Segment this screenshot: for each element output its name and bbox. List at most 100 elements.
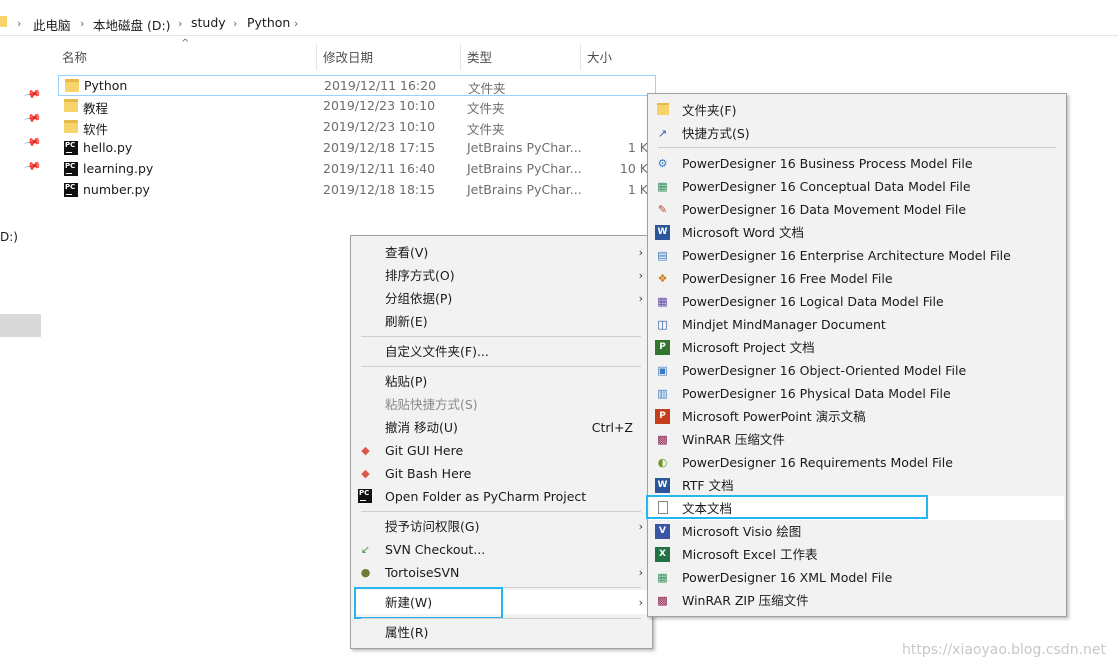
file-row[interactable]: PC learning.py 2019/12/11 16:40 JetBrain…: [58, 159, 656, 180]
visio-icon: V: [655, 524, 670, 539]
new-item-pd-xml[interactable]: ▦ PowerDesigner 16 XML Model File: [648, 566, 1066, 589]
breadcrumb-item-python[interactable]: Python: [247, 15, 290, 30]
submenu-arrow-icon: ›: [638, 566, 643, 579]
new-item-project[interactable]: P Microsoft Project 文档: [648, 336, 1066, 359]
new-item-winrar-zip[interactable]: ▩ WinRAR ZIP 压缩文件: [648, 589, 1066, 612]
shortcut-icon: ↗: [657, 127, 668, 140]
menu-item-sort[interactable]: 排序方式(O) ›: [351, 264, 652, 287]
new-item-pd-business-process[interactable]: ⚙ PowerDesigner 16 Business Process Mode…: [648, 152, 1066, 175]
menu-item-tortoisesvn[interactable]: ● TortoiseSVN ›: [351, 561, 652, 584]
new-item-shortcut[interactable]: ↗ 快捷方式(S): [648, 122, 1066, 145]
menu-item-paste[interactable]: 粘贴(P): [351, 370, 652, 393]
file-row[interactable]: PC hello.py 2019/12/18 17:15 JetBrains P…: [58, 138, 656, 159]
file-row[interactable]: 教程 2019/12/23 10:10 文件夹: [58, 96, 656, 117]
column-header-name[interactable]: 名称: [62, 47, 87, 69]
column-divider[interactable]: [460, 44, 461, 70]
new-item-rtf[interactable]: W RTF 文档: [648, 474, 1066, 497]
file-type: 文件夹: [468, 81, 506, 96]
menu-item-group[interactable]: 分组依据(P) ›: [351, 287, 652, 310]
file-row[interactable]: PC number.py 2019/12/18 18:15 JetBrains …: [58, 180, 656, 201]
menu-item-git-gui[interactable]: ◆ Git GUI Here: [351, 439, 652, 462]
new-item-pd-physical[interactable]: ▥ PowerDesigner 16 Physical Data Model F…: [648, 382, 1066, 405]
menu-item-git-bash[interactable]: ◆ Git Bash Here: [351, 462, 652, 485]
menu-item-open-pycharm[interactable]: PC Open Folder as PyCharm Project: [351, 485, 652, 508]
word-icon: W: [655, 225, 670, 240]
breadcrumb[interactable]: › 此电脑 › 本地磁盘 (D:) › study › Python ›: [0, 9, 1118, 36]
new-item-mindmanager[interactable]: ◫ Mindjet MindManager Document: [648, 313, 1066, 336]
menu-item-grant-access[interactable]: 授予访问权限(G) ›: [351, 515, 652, 538]
new-item-word[interactable]: W Microsoft Word 文档: [648, 221, 1066, 244]
menu-item-svn-checkout[interactable]: ↙ SVN Checkout...: [351, 538, 652, 561]
powerdesigner-icon: ▦: [657, 571, 668, 584]
breadcrumb-item-this-pc[interactable]: 此电脑: [33, 15, 71, 34]
git-icon: ◆: [361, 467, 370, 480]
nav-item-selected[interactable]: [0, 314, 41, 337]
git-icon: ◆: [361, 444, 370, 457]
new-item-pd-free[interactable]: ❖ PowerDesigner 16 Free Model File: [648, 267, 1066, 290]
file-row[interactable]: Python 2019/12/11 16:20 文件夹: [58, 75, 656, 96]
column-divider[interactable]: [580, 44, 581, 70]
column-header-size[interactable]: 大小: [587, 47, 612, 69]
file-name: 教程: [83, 101, 109, 116]
file-size: 1 K: [627, 140, 648, 155]
chevron-right-icon[interactable]: ›: [178, 17, 182, 30]
chevron-right-icon[interactable]: ›: [294, 17, 298, 30]
chevron-right-icon[interactable]: ›: [17, 17, 21, 30]
column-divider[interactable]: [316, 44, 317, 70]
new-item-pd-enterprise[interactable]: ▤ PowerDesigner 16 Enterprise Architectu…: [648, 244, 1066, 267]
excel-icon: X: [655, 547, 670, 562]
pin-icon[interactable]: 📌: [24, 85, 43, 104]
chevron-right-icon[interactable]: ›: [233, 17, 237, 30]
breadcrumb-item-study[interactable]: study: [191, 15, 226, 30]
pin-icon[interactable]: 📌: [24, 109, 43, 128]
new-item-excel[interactable]: X Microsoft Excel 工作表: [648, 543, 1066, 566]
highlight-box: [354, 587, 503, 619]
folder-icon: [655, 103, 670, 118]
highlight-box: [646, 495, 928, 519]
pin-icon[interactable]: 📌: [24, 133, 43, 152]
breadcrumb-item-drive-d[interactable]: 本地磁盘 (D:): [93, 15, 171, 34]
address-bar: › 此电脑 › 本地磁盘 (D:) › study › Python ›: [0, 0, 1118, 44]
new-item-pd-logical[interactable]: ▦ PowerDesigner 16 Logical Data Model Fi…: [648, 290, 1066, 313]
powerdesigner-icon: ▦: [657, 295, 668, 308]
powerdesigner-icon: ✎: [657, 203, 668, 216]
menu-item-undo-move[interactable]: 撤消 移动(U) Ctrl+Z: [351, 416, 652, 439]
menu-item-customize-folder[interactable]: 自定义文件夹(F)...: [351, 340, 652, 363]
file-type: 文件夹: [467, 101, 505, 116]
file-size: 10 K: [619, 161, 648, 176]
file-type: JetBrains PyChar...: [467, 140, 582, 155]
folder-icon: [64, 120, 78, 133]
powerdesigner-icon: ◐: [657, 456, 668, 469]
chevron-right-icon[interactable]: ›: [80, 17, 84, 30]
new-item-visio[interactable]: V Microsoft Visio 绘图: [648, 520, 1066, 543]
new-item-folder[interactable]: 文件夹(F): [648, 99, 1066, 122]
file-size: 1 K: [627, 182, 648, 197]
column-header-type[interactable]: 类型: [467, 47, 492, 69]
nav-item-drive-d[interactable]: D:): [0, 230, 18, 244]
file-name: learning.py: [83, 161, 154, 176]
powerdesigner-icon: ▣: [657, 364, 668, 377]
project-icon: P: [655, 340, 670, 355]
menu-item-paste-shortcut: 粘贴快捷方式(S): [385, 397, 478, 412]
column-header-modified[interactable]: 修改日期: [323, 47, 373, 69]
file-date: 2019/12/23 10:10: [323, 119, 436, 134]
file-date: 2019/12/18 18:15: [323, 182, 436, 197]
file-type: 文件夹: [467, 122, 505, 137]
shortcut-text: Ctrl+Z: [591, 420, 633, 435]
new-item-powerpoint[interactable]: P Microsoft PowerPoint 演示文稿: [648, 405, 1066, 428]
menu-item-view[interactable]: 查看(V) ›: [351, 241, 652, 264]
svn-checkout-icon: ↙: [360, 543, 371, 556]
pin-icon[interactable]: 📌: [24, 157, 43, 176]
new-item-pd-conceptual[interactable]: ▦ PowerDesigner 16 Conceptual Data Model…: [648, 175, 1066, 198]
submenu-arrow-icon: ›: [638, 520, 643, 533]
file-type: JetBrains PyChar...: [467, 161, 582, 176]
menu-item-refresh[interactable]: 刷新(E): [351, 310, 652, 333]
menu-item-properties[interactable]: 属性(R): [351, 621, 652, 644]
new-item-winrar[interactable]: ▩ WinRAR 压缩文件: [648, 428, 1066, 451]
new-item-pd-object-oriented[interactable]: ▣ PowerDesigner 16 Object-Oriented Model…: [648, 359, 1066, 382]
new-item-pd-requirements[interactable]: ◐ PowerDesigner 16 Requirements Model Fi…: [648, 451, 1066, 474]
file-row[interactable]: 软件 2019/12/23 10:10 文件夹: [58, 117, 656, 138]
powerdesigner-icon: ▦: [657, 180, 668, 193]
file-type: JetBrains PyChar...: [467, 182, 582, 197]
new-item-pd-data-movement[interactable]: ✎ PowerDesigner 16 Data Movement Model F…: [648, 198, 1066, 221]
